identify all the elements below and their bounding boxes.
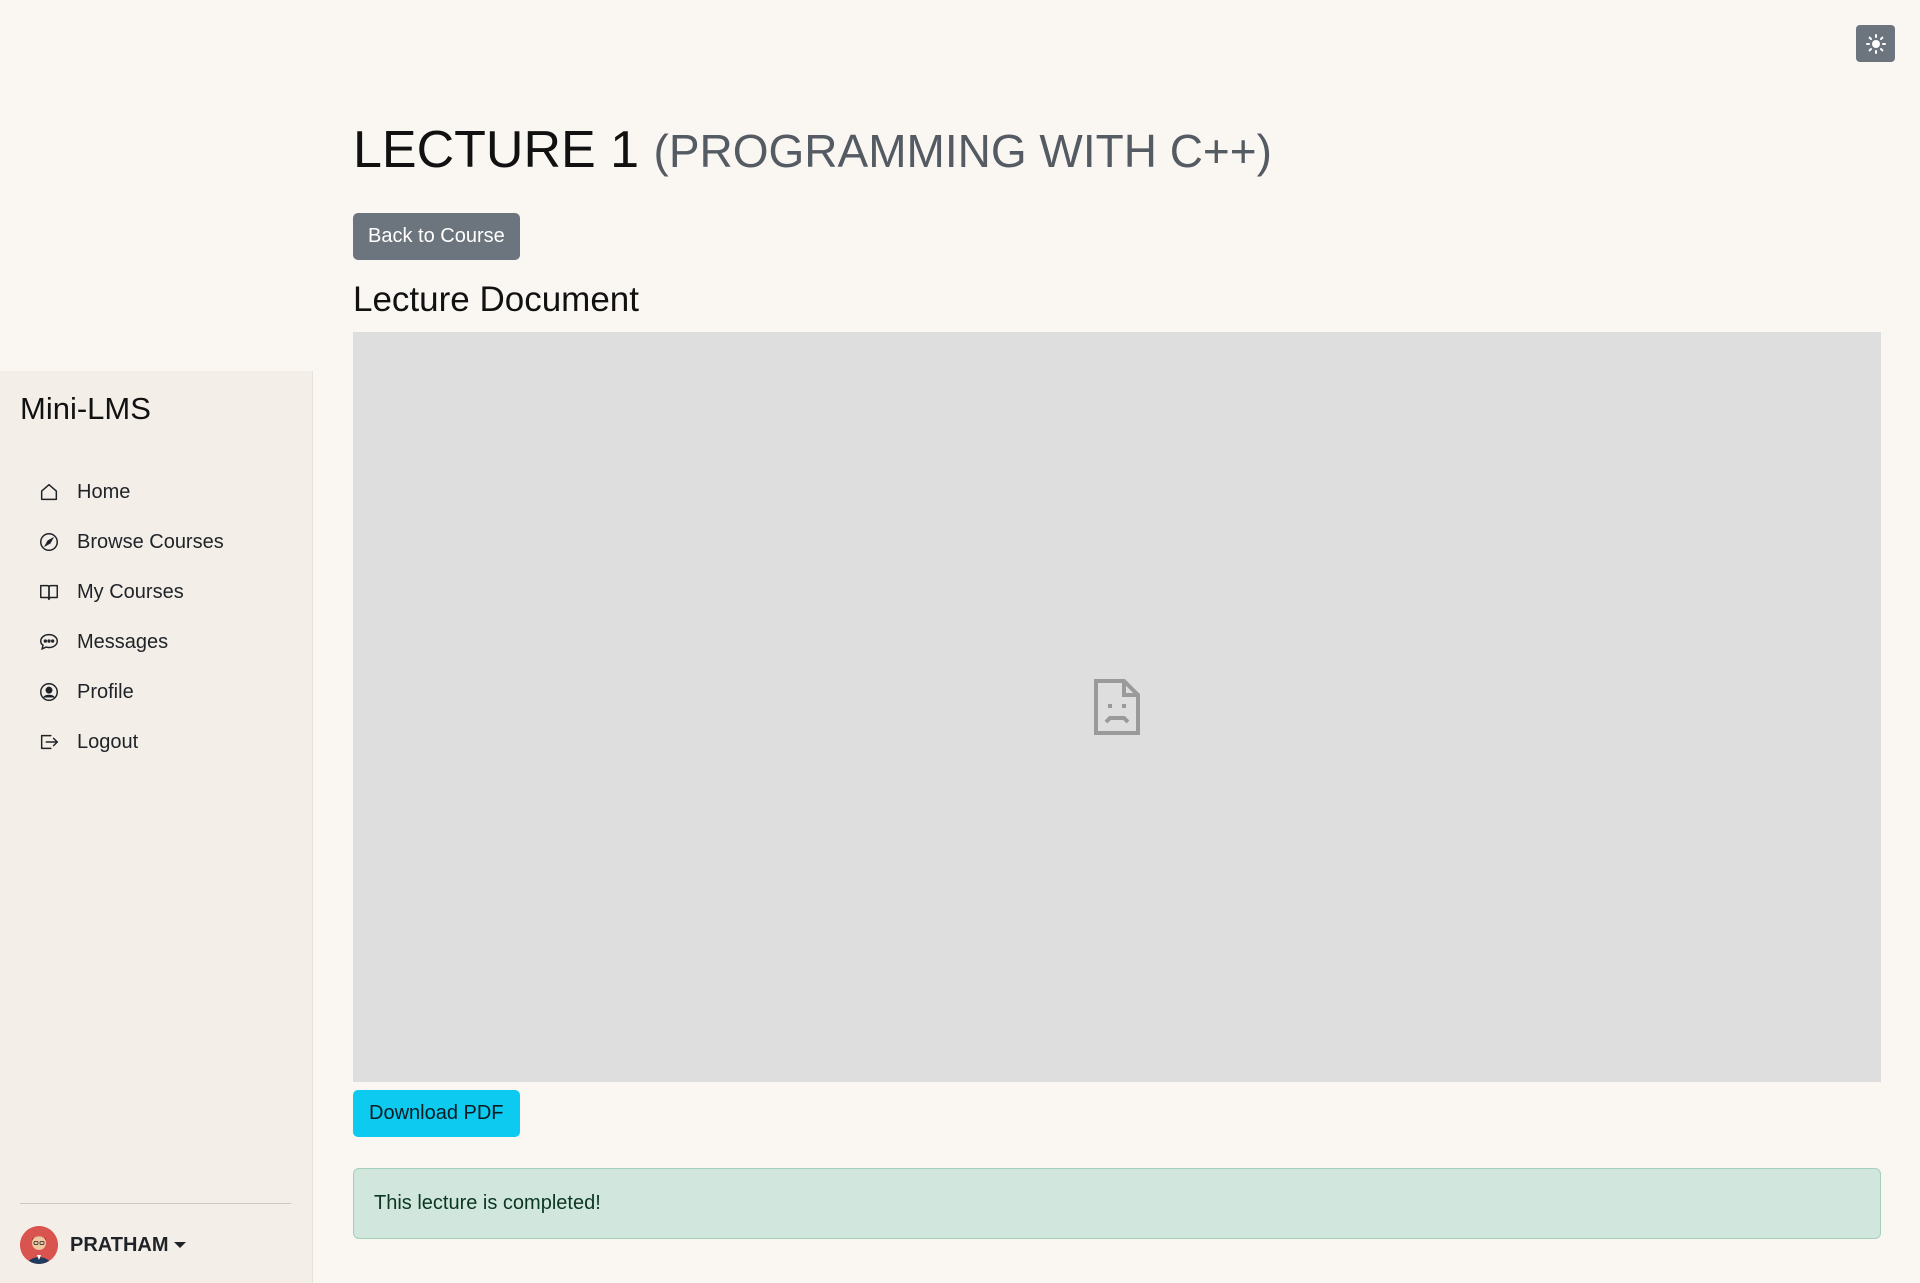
sidebar-item-label: Profile	[77, 680, 134, 703]
avatar	[20, 1226, 58, 1264]
home-icon	[40, 483, 58, 501]
page-title: LECTURE 1 (PROGRAMMING WITH C++)	[353, 120, 1272, 180]
section-title: Lecture Document	[353, 280, 639, 319]
lecture-title: LECTURE 1	[353, 121, 640, 179]
avatar-icon	[20, 1226, 58, 1264]
broken-document-icon	[1094, 679, 1140, 735]
compass-icon	[40, 533, 58, 551]
sidebar-item-label: My Courses	[77, 580, 184, 603]
back-to-course-button[interactable]: Back to Course	[353, 213, 520, 260]
sidebar-item-label: Logout	[77, 730, 139, 753]
theme-toggle-button[interactable]	[1856, 25, 1895, 62]
document-viewer[interactable]	[353, 332, 1881, 1082]
sidebar-item-home[interactable]: Home	[38, 467, 224, 517]
sidebar-nav: Home Browse Courses My Courses Messages …	[38, 467, 224, 767]
sun-icon	[1865, 33, 1886, 54]
caret-down-icon	[173, 1242, 186, 1248]
sidebar-divider	[20, 1203, 291, 1204]
sidebar-item-label: Home	[77, 480, 131, 503]
user-menu-toggle[interactable]: PRATHAM	[20, 1226, 186, 1264]
download-pdf-button[interactable]: Download PDF	[353, 1090, 520, 1137]
sidebar-item-browse-courses[interactable]: Browse Courses	[38, 517, 224, 567]
sidebar: Mini-LMS Home Browse Courses My Courses	[0, 371, 313, 1283]
completion-message: This lecture is completed!	[374, 1192, 601, 1214]
brand-title[interactable]: Mini-LMS	[20, 391, 151, 427]
sidebar-item-label: Browse Courses	[77, 530, 224, 553]
user-name: PRATHAM	[70, 1233, 169, 1256]
completion-alert: This lecture is completed!	[353, 1168, 1881, 1239]
course-subtitle: (PROGRAMMING WITH C++)	[653, 125, 1272, 177]
book-icon	[40, 584, 58, 601]
sidebar-item-label: Messages	[77, 630, 169, 653]
sidebar-item-my-courses[interactable]: My Courses	[38, 567, 224, 617]
sidebar-item-logout[interactable]: Logout	[38, 717, 224, 767]
logout-icon	[40, 734, 58, 750]
chat-icon	[40, 633, 58, 651]
sidebar-item-messages[interactable]: Messages	[38, 617, 224, 667]
user-circle-icon	[40, 683, 58, 701]
sidebar-item-profile[interactable]: Profile	[38, 667, 224, 717]
